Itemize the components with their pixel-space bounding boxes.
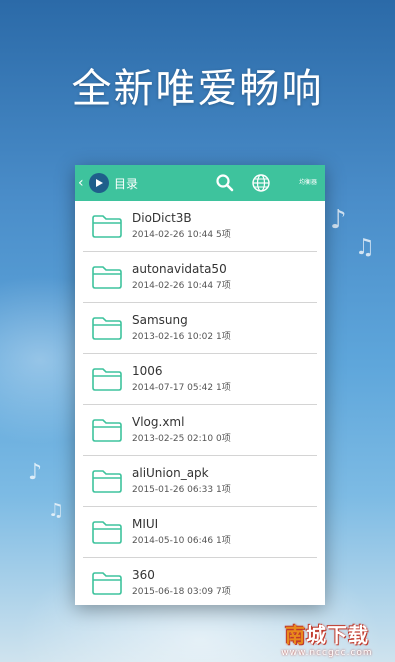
file-meta: 2015-06-18 03:09 7项	[132, 587, 231, 597]
file-name: 1006	[132, 364, 163, 378]
folder-icon	[91, 519, 123, 545]
file-name: aliUnion_apk	[132, 466, 209, 480]
list-item[interactable]: Samsung 2013-02-16 10:02 1项	[83, 303, 317, 354]
equalizer-button[interactable]: 均衡器	[299, 177, 317, 186]
list-item[interactable]: DioDict3B 2014-02-26 10:44 5项	[83, 201, 317, 252]
file-meta: 2014-02-26 10:44 7项	[132, 281, 231, 291]
file-name: DioDict3B	[132, 211, 192, 225]
file-meta: 2014-02-26 10:44 5项	[132, 230, 231, 240]
music-note-icon: ♪	[330, 205, 347, 235]
site-watermark: 南城下载 www.nccgcc.com	[267, 619, 387, 658]
folder-icon	[91, 213, 123, 239]
file-meta: 2013-02-25 02:10 0项	[132, 434, 231, 444]
file-name: Vlog.xml	[132, 415, 185, 429]
list-item[interactable]: Vlog.xml 2013-02-25 02:10 0项	[83, 405, 317, 456]
back-icon[interactable]: ‹	[78, 175, 88, 191]
file-list: DioDict3B 2014-02-26 10:44 5项 autonavidata…	[75, 201, 325, 605]
globe-icon[interactable]	[251, 173, 271, 197]
list-item[interactable]: autonavidata50 2014-02-26 10:44 7项	[83, 252, 317, 303]
file-name: autonavidata50	[132, 262, 227, 276]
list-item-text: DioDict3B 2014-02-26 10:44 5项	[132, 210, 231, 242]
folder-icon	[91, 468, 123, 494]
phone-screen: ‹ 目录 均衡器 DioDict3B 2014-02-26 10:44 5项 aut…	[75, 165, 325, 605]
list-item-text: MIUI 2014-05-10 06:46 1项	[132, 516, 231, 548]
watermark-title: 南城下载	[285, 623, 369, 647]
file-meta: 2013-02-16 10:02 1项	[132, 332, 231, 342]
file-meta: 2014-07-17 05:42 1项	[132, 383, 231, 393]
promo-headline: 全新唯爱畅响	[71, 66, 324, 112]
music-note-icon: ♫	[48, 500, 65, 521]
watermark-url: www.nccgcc.com	[281, 648, 373, 658]
list-item-text: aliUnion_apk 2015-01-26 06:33 1项	[132, 465, 231, 497]
folder-icon	[91, 417, 123, 443]
list-item-text: Vlog.xml 2013-02-25 02:10 0项	[132, 414, 231, 446]
folder-icon	[91, 366, 123, 392]
folder-icon	[91, 264, 123, 290]
toolbar: ‹ 目录 均衡器	[75, 165, 325, 201]
music-note-icon: ♫	[355, 235, 375, 260]
search-icon[interactable]	[215, 173, 235, 197]
list-item-text: Samsung 2013-02-16 10:02 1项	[132, 312, 231, 344]
file-name: 360	[132, 568, 155, 582]
list-item-text: 1006 2014-07-17 05:42 1项	[132, 363, 231, 395]
list-item[interactable]: 1006 2014-07-17 05:42 1项	[83, 354, 317, 405]
list-item[interactable]: MIUI 2014-05-10 06:46 1项	[83, 507, 317, 558]
list-item-text: autonavidata50 2014-02-26 10:44 7项	[132, 261, 231, 293]
list-item[interactable]: aliUnion_apk 2015-01-26 06:33 1项	[83, 456, 317, 507]
list-item-text: 360 2015-06-18 03:09 7项	[132, 567, 231, 599]
list-item[interactable]: 360 2015-06-18 03:09 7项	[83, 558, 317, 605]
file-name: Samsung	[132, 313, 188, 327]
toolbar-title: 目录	[114, 176, 139, 191]
music-note-icon: ♪	[28, 460, 43, 485]
file-name: MIUI	[132, 517, 159, 531]
file-meta: 2015-01-26 06:33 1项	[132, 485, 231, 495]
file-meta: 2014-05-10 06:46 1项	[132, 536, 231, 546]
folder-icon	[91, 315, 123, 341]
app-logo-icon	[89, 173, 109, 193]
folder-icon	[91, 570, 123, 596]
